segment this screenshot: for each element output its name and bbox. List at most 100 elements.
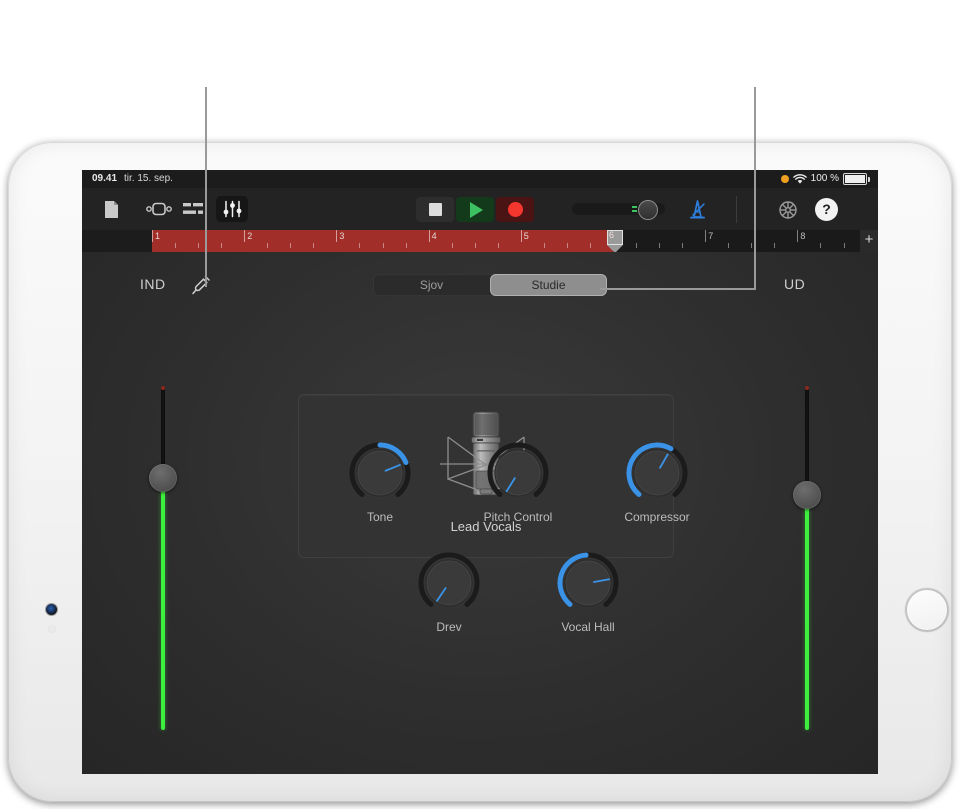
ruler-sub-tick [590, 243, 591, 248]
ruler-sub-tick [175, 243, 176, 248]
ruler-sub-tick [728, 243, 729, 248]
callout-line-input-icon [205, 87, 207, 287]
ruler-bar-label: 2 [247, 231, 252, 241]
ruler-sub-tick [383, 243, 384, 248]
ruler-bar-tick [521, 230, 522, 242]
ruler-sub-tick [267, 243, 268, 248]
knob-compressor-label: Compressor [614, 510, 700, 524]
toolbar: ? [82, 188, 878, 231]
record-button[interactable] [496, 197, 534, 222]
microphone-plug-icon[interactable] [190, 274, 212, 296]
knob-pitch-control[interactable]: Pitch Control [475, 442, 561, 524]
output-fader-knob[interactable] [793, 481, 821, 509]
ruler-sub-tick [475, 243, 476, 248]
status-time: 09.41 [92, 170, 117, 188]
ruler-sub-tick [774, 243, 775, 248]
input-level-meter [161, 476, 165, 730]
playhead-bar-number: 6 [609, 230, 614, 240]
view-switcher[interactable]: Sjov Studie [373, 274, 607, 296]
ruler-sub-tick [751, 243, 752, 248]
toolbar-divider [736, 196, 737, 223]
knob-vocal-hall-label: Vocal Hall [545, 620, 631, 634]
input-label: IND [140, 276, 166, 292]
knob-drev[interactable]: Drev [406, 552, 492, 634]
loop-browser-icon[interactable] [144, 197, 174, 221]
output-label: UD [784, 276, 805, 292]
metronome-icon[interactable] [685, 198, 711, 222]
ruler-bar-label: 7 [708, 231, 713, 241]
knob-pitch-control-label: Pitch Control [475, 510, 561, 524]
ruler-bar-tick [152, 230, 153, 242]
ruler-sub-tick [359, 243, 360, 248]
stop-button[interactable] [416, 197, 454, 222]
battery-percent: 100 % [811, 170, 839, 188]
ruler-sub-tick [659, 243, 660, 248]
knob-vocal-hall[interactable]: Vocal Hall [545, 552, 631, 634]
ruler-bar-tick [705, 230, 706, 242]
knob-compressor-dial[interactable] [626, 442, 688, 504]
gear-icon[interactable] [776, 198, 800, 222]
document-icon[interactable] [96, 197, 126, 221]
volume-slider-knob[interactable] [638, 200, 658, 220]
front-camera-icon [46, 604, 57, 615]
knob-tone-label: Tone [337, 510, 423, 524]
tab-sjov[interactable]: Sjov [373, 274, 490, 296]
knob-tone-dial[interactable] [349, 442, 411, 504]
record-icon [508, 202, 523, 217]
ruler-bar-tick [336, 230, 337, 242]
ruler-sub-tick [844, 243, 845, 248]
mixer-faders-icon[interactable] [216, 196, 248, 222]
master-volume-slider[interactable] [572, 203, 665, 215]
knob-compressor[interactable]: Compressor [614, 442, 700, 524]
knob-tone[interactable]: Tone [337, 442, 423, 524]
ruler-sub-tick [290, 243, 291, 248]
ruler-sub-tick [820, 243, 821, 248]
status-bar: 09.41 tir. 15. sep. 100 % [82, 170, 878, 188]
add-track-button[interactable]: + [860, 230, 878, 252]
orange-dot-icon [781, 175, 789, 183]
ruler-bar-tick [244, 230, 245, 242]
ruler-sub-tick [636, 243, 637, 248]
ipad-screen: 09.41 tir. 15. sep. 100 % [82, 170, 878, 774]
ruler-sub-tick [313, 243, 314, 248]
play-icon [470, 202, 483, 218]
knob-drev-label: Drev [406, 620, 492, 634]
studio-instrument-view: IND UD Sjov Studie [82, 252, 878, 774]
status-indicators: 100 % [781, 170, 870, 188]
recording-region[interactable] [152, 230, 613, 252]
ruler-bar-tick [429, 230, 430, 242]
status-date: tir. 15. sep. [124, 170, 173, 188]
home-button[interactable] [905, 588, 949, 632]
callout-line-view-switcher-vertical [754, 87, 756, 290]
knob-vocal-hall-dial[interactable] [557, 552, 619, 614]
timeline-empty-area[interactable] [613, 230, 861, 252]
ambient-sensor-icon [49, 626, 55, 632]
playhead[interactable]: 6 [607, 230, 623, 252]
ruler-bar-label: 1 [155, 231, 160, 241]
stop-icon [429, 203, 442, 216]
output-fader-peak-indicator [805, 386, 809, 390]
ruler-bar-tick [797, 230, 798, 242]
ruler-sub-tick [544, 243, 545, 248]
input-fader-peak-indicator [161, 386, 165, 390]
ruler-sub-tick [221, 243, 222, 248]
volume-level-meter [632, 206, 637, 212]
ruler-sub-tick [682, 243, 683, 248]
ruler-sub-tick [567, 243, 568, 248]
wifi-icon [793, 174, 807, 185]
tab-studie[interactable]: Studie [490, 274, 607, 296]
play-button[interactable] [456, 197, 494, 222]
ruler-sub-tick [498, 243, 499, 248]
input-fader-track[interactable] [161, 386, 165, 730]
output-level-meter [805, 493, 809, 730]
track-view-icon[interactable] [178, 197, 208, 221]
input-fader-knob[interactable] [149, 464, 177, 492]
help-button[interactable]: ? [815, 198, 838, 221]
knob-drev-dial[interactable] [418, 552, 480, 614]
timeline-ruler[interactable]: 12345678 6 + [82, 230, 878, 252]
knob-pitch-control-dial[interactable] [487, 442, 549, 504]
output-fader-track[interactable] [805, 386, 809, 730]
ruler-bar-label: 4 [432, 231, 437, 241]
transport-controls [416, 197, 534, 222]
ruler-sub-tick [406, 243, 407, 248]
